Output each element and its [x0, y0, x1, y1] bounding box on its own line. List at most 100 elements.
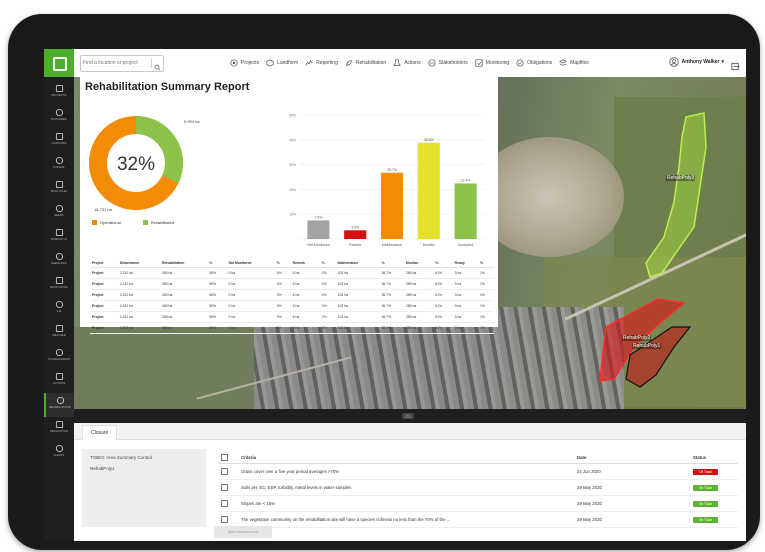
app-logo[interactable]: [44, 49, 74, 77]
sidebar-item[interactable]: SEEDLINGS: [44, 249, 74, 273]
sidebar-item-label: LANDFORM: [51, 142, 67, 145]
bar-value-label: 22.4%: [461, 178, 471, 182]
table-cell: 350 ha: [159, 267, 208, 279]
bar-accepted[interactable]: [454, 183, 477, 239]
sidebar-icon: [55, 108, 63, 117]
table-cell: 1%: [477, 278, 494, 290]
y-tick-label: 10%: [289, 213, 296, 217]
table-row[interactable]: Project 2,232 ha 350 ha 56% 0 ha 0% 6 ha 2% 102 …: [90, 289, 494, 301]
list-item[interactable]: RehabPoly1: [82, 460, 206, 471]
sidebar-item[interactable]: OBLIGATIONS: [44, 417, 74, 441]
y-tick-label: 20%: [289, 188, 296, 192]
sidebar-item[interactable]: MONITORING: [44, 273, 74, 297]
sidebar-icon: [55, 348, 63, 357]
nav-obligations[interactable]: Obligations: [516, 59, 552, 67]
criteria-table-header: Criteria Date Status: [218, 451, 738, 464]
nav-rehabilitation[interactable]: Rehabilitation: [345, 59, 386, 67]
sidebar-item[interactable]: STAKEHOLDERS: [44, 345, 74, 369]
bar-not-monitored[interactable]: [307, 220, 330, 239]
table-cell: 36.7%: [379, 322, 404, 334]
table-row[interactable]: Project 2,232 ha 350 ha 56% 0 ha 0% 6 ha 2% 102 …: [90, 322, 494, 334]
nav-reporting[interactable]: Reporting: [305, 59, 338, 67]
status-cell: Off Track: [690, 463, 738, 480]
sidebar-item[interactable]: TOPSOIL: [44, 153, 74, 177]
criteria-text: The vegetation community on the rehabili…: [238, 511, 574, 528]
status-cell: On Track: [690, 511, 738, 528]
row-checkbox[interactable]: [221, 484, 228, 491]
table-row[interactable]: Project 2,232 ha 350 ha 56% 0 ha 0% 6 ha 2% 102 …: [90, 300, 494, 312]
table-cell: Project: [90, 300, 118, 312]
top-bar: Projects Landform Reporting Rehabilitati…: [44, 49, 746, 78]
polygon-label: RehabPoly2: [622, 335, 652, 341]
criteria-row[interactable]: Slopes are < 15% 28 May 2020 On Track: [218, 495, 738, 512]
tab-closure[interactable]: Closure: [82, 425, 118, 440]
sidebar-item-label: ACTIONS: [52, 382, 66, 385]
bar-monitor[interactable]: [417, 142, 440, 239]
table-cell: 36.7%: [379, 267, 404, 279]
table-cell: 289 ha: [403, 289, 434, 301]
nav-label: Actions: [404, 60, 421, 66]
sidebar-item-label: REHABILITATION: [48, 406, 72, 409]
add-assessment-button[interactable]: Add Assessment: [214, 526, 272, 538]
sidebar-item[interactable]: REHABILITATION: [44, 393, 74, 417]
exit-icon[interactable]: [731, 58, 740, 76]
bar-maintenance[interactable]: [380, 172, 404, 239]
rehab-polygon-3[interactable]: [645, 112, 707, 278]
nav-label: Rehabilitation: [355, 60, 387, 66]
checkbox-cell: [218, 479, 238, 496]
search-box[interactable]: [80, 55, 164, 72]
sidebar-item[interactable]: LANDFORM: [44, 129, 74, 153]
table-row[interactable]: Project 2,232 ha 350 ha 56% 0 ha 0% 6 ha 2% 102 …: [90, 311, 494, 323]
table-cell: Project: [90, 322, 118, 334]
bar-rework[interactable]: [344, 230, 367, 239]
drag-handle-icon[interactable]: [402, 413, 414, 419]
row-checkbox[interactable]: [221, 468, 228, 475]
polygon-label: RehabPoly3: [666, 175, 696, 181]
nav-stakeholders[interactable]: Stakeholders: [428, 59, 468, 67]
nav-projects[interactable]: Projects: [230, 59, 259, 67]
nav-landform[interactable]: Landform: [266, 59, 298, 67]
row-checkbox[interactable]: [221, 516, 228, 523]
sidebar-item[interactable]: SPOIL PILES: [44, 177, 74, 201]
column-header: %: [433, 258, 453, 268]
logo-mark-icon: [53, 57, 67, 71]
sidebar-item[interactable]: PROJECTS: [44, 81, 74, 105]
donut-percent-label: 32%: [117, 154, 155, 175]
row-checkbox[interactable]: [221, 500, 228, 507]
table-cell: 350 ha: [159, 278, 208, 290]
nav-actions[interactable]: Actions: [393, 59, 421, 67]
search-icon[interactable]: [151, 59, 161, 71]
sidebar-icon: [55, 444, 63, 453]
nav-label: Reporting: [316, 60, 338, 66]
table-cell: Project: [90, 267, 118, 279]
tab-strip: Closure: [74, 423, 746, 440]
sidebar-item[interactable]: DISTURBED: [44, 105, 74, 129]
sidebar-item[interactable]: SEEDS: [44, 201, 74, 225]
sidebar-item[interactable]: ALERTS: [44, 441, 74, 465]
panel-splitter[interactable]: [74, 409, 746, 423]
sidebar-item[interactable]: WEATHER: [44, 321, 74, 345]
sidebar-item[interactable]: DOMESTICS: [44, 225, 74, 249]
criteria-row[interactable]: The vegetation community on the rehabili…: [218, 511, 738, 528]
criteria-row[interactable]: Grass cover over a five year period aver…: [218, 463, 738, 480]
x-tick-label: Maintenance: [382, 243, 403, 247]
select-all-checkbox[interactable]: [221, 453, 228, 461]
criteria-date: 28 May 2020: [574, 495, 690, 512]
criteria-row[interactable]: Soils pH, EC, ESP, turbidity, metal leve…: [218, 479, 738, 496]
nav-label: Projects: [241, 60, 260, 66]
sidebar-item[interactable]: GIS: [44, 297, 74, 321]
legend-swatch: [142, 220, 148, 225]
rehabilitated-value: 5,994 ha: [184, 119, 200, 124]
table-cell: 3 ha: [452, 322, 478, 334]
user-menu[interactable]: Anthony Walker ▾: [668, 57, 724, 67]
chevron-down-icon: ▾: [721, 59, 724, 65]
nav-mapfiles[interactable]: Mapfiles: [559, 59, 589, 67]
search-input[interactable]: [83, 57, 147, 69]
list-item[interactable]: TOBIO: Area Summary Control: [82, 449, 206, 460]
sidebar: PROJECTS DISTURBED LANDFORM TOPSOIL SPOIL PI…: [44, 77, 74, 541]
nav-monitoring[interactable]: Monitoring: [475, 59, 509, 67]
sidebar-item[interactable]: ACTIONS: [44, 369, 74, 393]
table-cell: 2%: [319, 267, 336, 279]
table-row[interactable]: Project 2,232 ha 350 ha 56% 0 ha 0% 6 ha 2% 102 …: [90, 267, 494, 279]
table-row[interactable]: Project 2,232 ha 350 ha 56% 0 ha 0% 6 ha 2% 102 …: [90, 278, 494, 290]
